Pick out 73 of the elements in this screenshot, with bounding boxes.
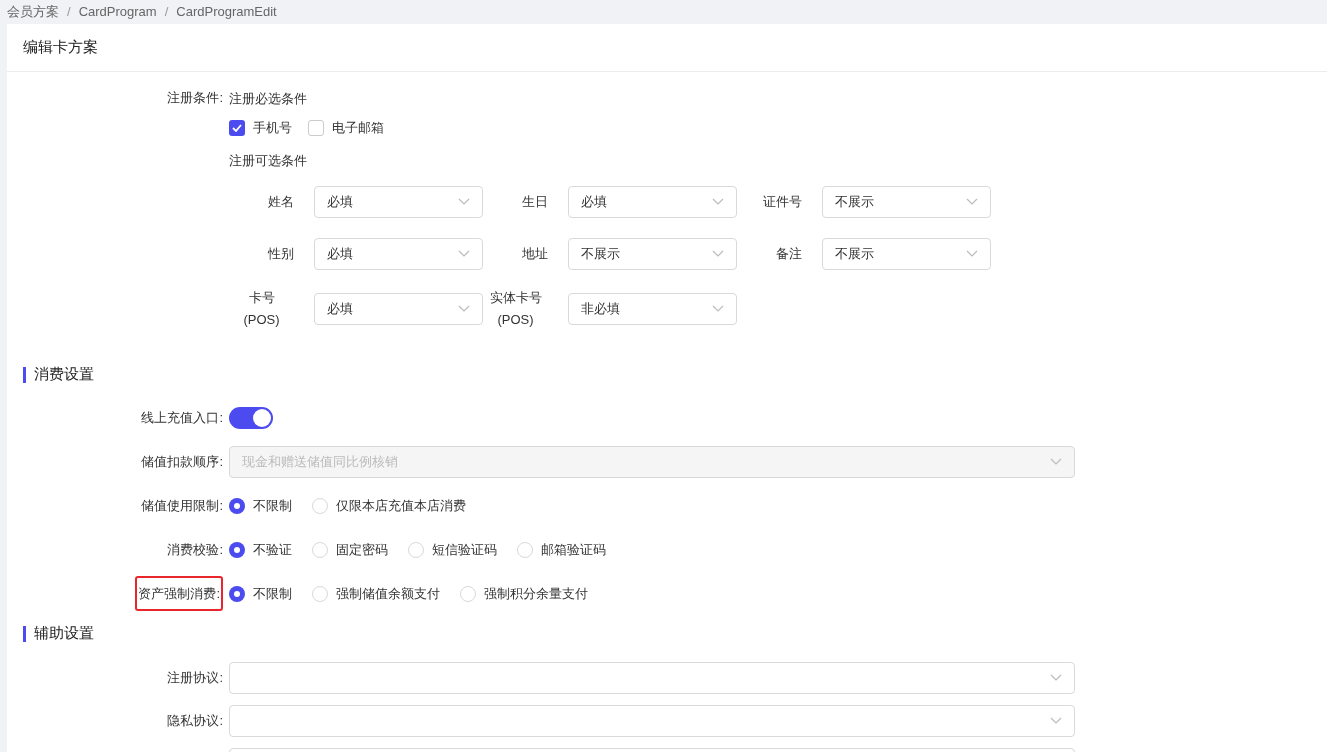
form-label: 卡号 (POS) — [242, 288, 281, 329]
radio-option[interactable]: 邮箱验证码 — [517, 539, 606, 560]
select-field[interactable]: 不展示 — [822, 185, 991, 218]
radio-option[interactable]: 不限制 — [229, 495, 292, 516]
chevron-down-icon — [1050, 674, 1062, 682]
form-label: 线上充值入口: — [141, 408, 223, 427]
select-field[interactable]: 必填 — [314, 292, 483, 325]
breadcrumb-item[interactable]: CardProgramEdit — [176, 2, 277, 22]
radio-option[interactable]: 固定密码 — [312, 539, 388, 560]
select-field[interactable]: 不展示 — [822, 237, 991, 270]
section-title: 消费设置 — [34, 364, 94, 385]
radio-option[interactable]: 强制储值余额支付 — [312, 583, 440, 604]
radio-button[interactable] — [229, 585, 245, 602]
form-label: 储值扣款顺序: — [141, 452, 223, 471]
breadcrumb-separator: / — [164, 3, 169, 22]
select-field[interactable] — [229, 662, 1075, 694]
checkbox[interactable] — [229, 119, 245, 136]
radio-button[interactable] — [408, 541, 424, 558]
form-label: 隐私协议: — [167, 712, 223, 731]
section-subtitle: 注册可选条件 — [229, 151, 308, 170]
form-label: 生日 — [521, 192, 548, 211]
section-title: 辅助设置 — [34, 623, 94, 644]
radio-option[interactable]: 不限制 — [229, 583, 292, 604]
chevron-down-icon — [1050, 457, 1062, 466]
chevron-down-icon — [458, 197, 470, 206]
radio-button[interactable] — [229, 497, 245, 514]
breadcrumb-item[interactable]: CardProgram — [78, 2, 157, 22]
chevron-down-icon — [1050, 717, 1062, 725]
breadcrumb-separator: / — [67, 3, 71, 22]
form-label: 实体卡号 (POS) — [488, 288, 543, 329]
chevron-down-icon — [458, 304, 470, 313]
section-subtitle: 注册必选条件 — [229, 90, 308, 108]
select-field[interactable]: 必填 — [314, 185, 483, 218]
form-label: 备注 — [775, 244, 802, 263]
form-label: 资产强制消费: — [135, 575, 223, 612]
checkbox-option[interactable]: 电子邮箱 — [308, 118, 384, 138]
form-label: 姓名 — [267, 192, 294, 211]
chevron-down-icon — [712, 304, 724, 313]
select-field[interactable]: 非必填 — [568, 292, 737, 325]
form-label: 储值使用限制: — [141, 496, 223, 515]
form-label: 性别 — [267, 244, 294, 263]
radio-button[interactable] — [312, 541, 328, 558]
select-field[interactable]: 必填 — [568, 185, 737, 218]
section-marker — [23, 625, 26, 642]
toggle-switch[interactable] — [229, 406, 273, 429]
radio-button[interactable] — [460, 585, 476, 602]
radio-option[interactable]: 不验证 — [229, 539, 292, 560]
chevron-down-icon — [966, 197, 978, 206]
checkmark-icon — [232, 123, 242, 132]
page-title: 编辑卡方案 — [23, 37, 98, 58]
radio-option[interactable]: 强制积分余量支付 — [460, 583, 588, 604]
select-field[interactable]: 必填 — [314, 237, 483, 270]
checkbox-option[interactable]: 手机号 — [229, 118, 292, 138]
form-label: 消费校验: — [167, 540, 223, 559]
form-label: 证件号 — [762, 192, 802, 211]
section-marker — [23, 366, 26, 383]
chevron-down-icon — [966, 249, 978, 258]
form-label: 注册条件: — [166, 89, 223, 107]
form-label: 地址 — [521, 244, 548, 263]
chevron-down-icon — [712, 249, 724, 258]
radio-button[interactable] — [312, 585, 328, 602]
select-field[interactable]: 不展示 — [568, 237, 737, 270]
radio-button[interactable] — [229, 541, 245, 558]
radio-option[interactable]: 短信验证码 — [408, 539, 497, 560]
radio-option[interactable]: 仅限本店充值本店消费 — [312, 495, 466, 516]
chevron-down-icon — [712, 197, 724, 206]
chevron-down-icon — [458, 249, 470, 258]
radio-button[interactable] — [312, 497, 328, 514]
breadcrumb-item[interactable]: 会员方案 — [7, 2, 59, 22]
select-field[interactable] — [229, 705, 1075, 737]
form-label: 注册协议: — [167, 669, 223, 688]
radio-button[interactable] — [517, 541, 533, 558]
checkbox[interactable] — [308, 119, 324, 136]
